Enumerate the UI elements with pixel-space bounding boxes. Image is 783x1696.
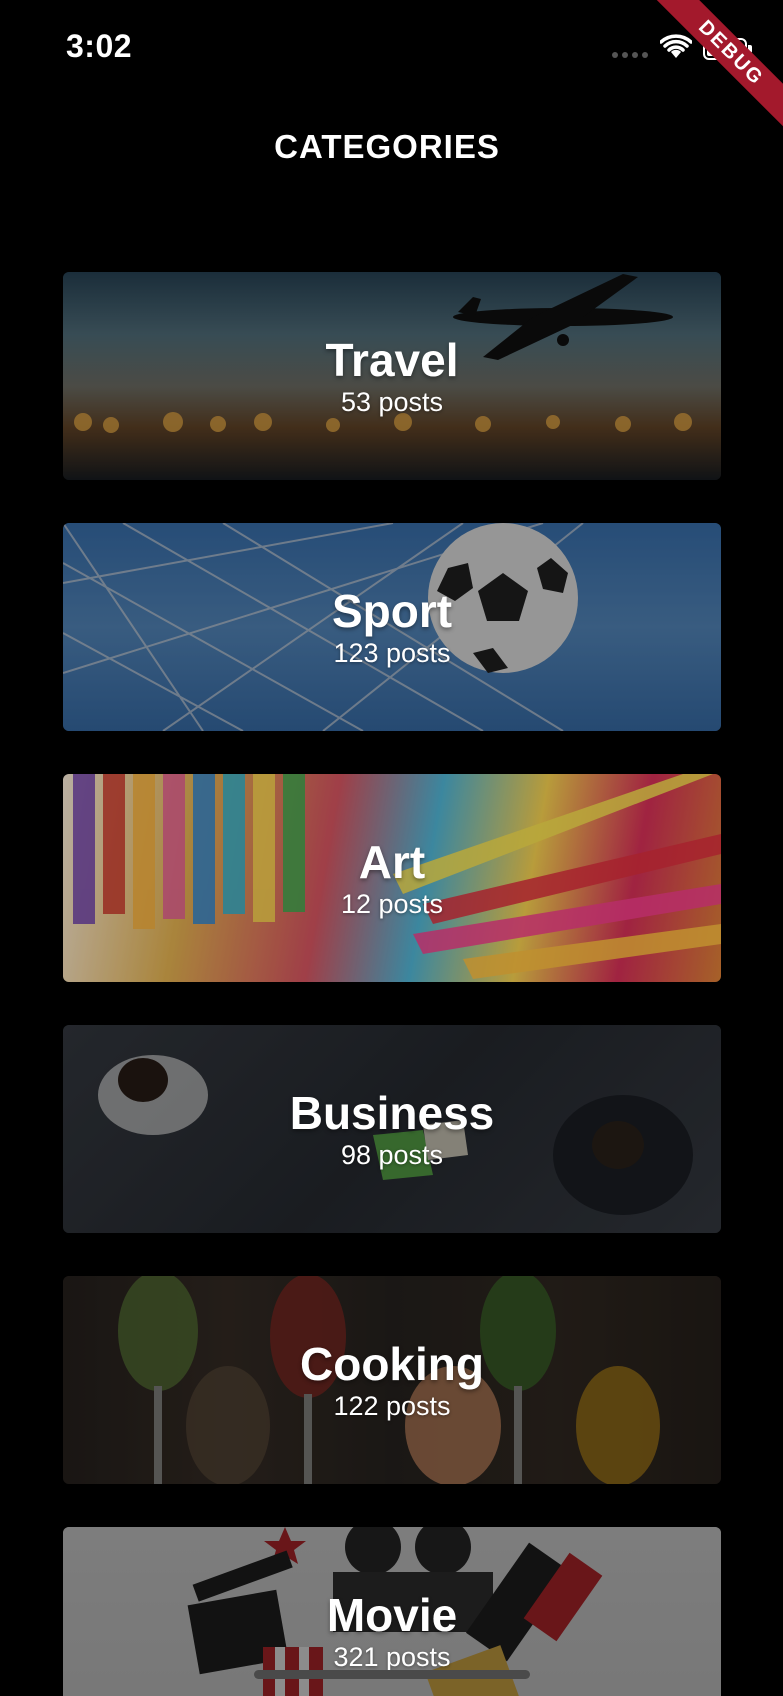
- signal-dots-icon: [612, 52, 648, 58]
- category-card-cooking[interactable]: Cooking 122 posts: [63, 1276, 721, 1484]
- category-title: Cooking: [300, 1338, 484, 1390]
- category-title: Business: [289, 1087, 495, 1139]
- wifi-icon: [660, 34, 692, 58]
- status-time: 3:02: [66, 28, 133, 64]
- category-card-travel[interactable]: Travel 53 posts: [63, 272, 721, 480]
- category-title: Art: [358, 836, 426, 888]
- category-count: 98 posts: [340, 1140, 444, 1170]
- category-card-art[interactable]: Art 12 posts: [63, 774, 721, 982]
- category-count: 321 posts: [333, 1642, 451, 1672]
- category-count: 12 posts: [340, 889, 444, 919]
- status-bar: 3:02: [0, 0, 783, 100]
- category-title: Sport: [331, 585, 453, 637]
- category-title: Travel: [325, 334, 459, 386]
- home-indicator[interactable]: [254, 1670, 530, 1679]
- category-count: 123 posts: [333, 638, 451, 668]
- category-card-sport[interactable]: Sport 123 posts: [63, 523, 721, 731]
- category-count: 53 posts: [340, 387, 444, 417]
- category-card-business[interactable]: Business 98 posts: [63, 1025, 721, 1233]
- category-count: 122 posts: [333, 1391, 451, 1421]
- category-title: Movie: [326, 1589, 458, 1641]
- page-title: CATEGORIES: [274, 128, 500, 165]
- category-list: Travel 53 posts Sport 123 posts Art 12 p…: [63, 272, 721, 1696]
